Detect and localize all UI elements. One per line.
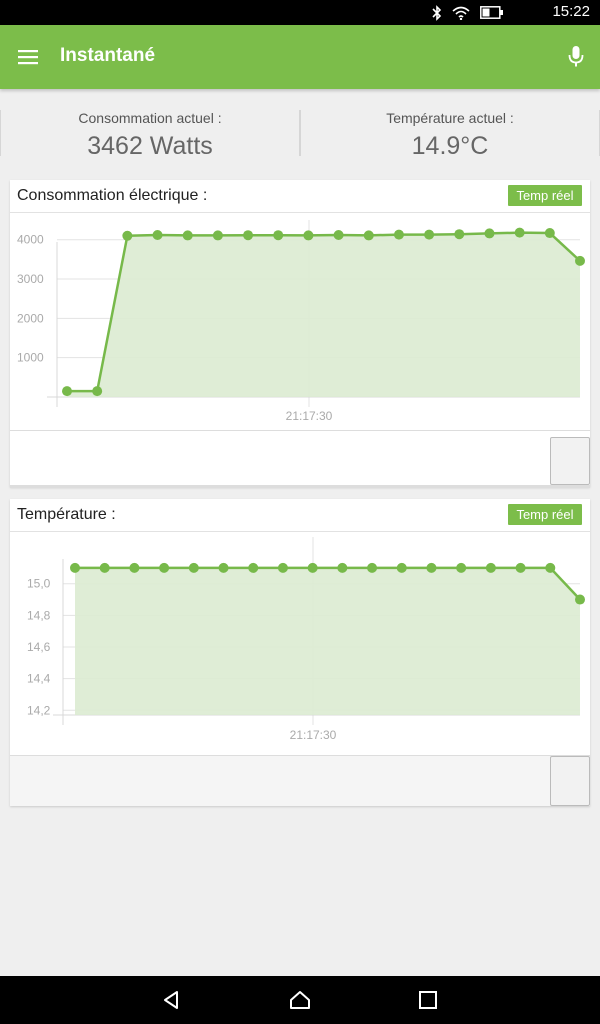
card-separator — [10, 531, 590, 532]
chart-navigator — [10, 755, 590, 806]
data-point — [99, 562, 110, 573]
y-tick-label: 2000 — [17, 311, 44, 325]
data-point — [367, 562, 378, 573]
data-point — [159, 562, 170, 573]
current-summary: Consommation actuel : 3462 Watts Tempéra… — [0, 96, 600, 164]
temperature-chart: 14,2 14,4 14,6 14,8 15,0 21:17:30 — [27, 537, 585, 742]
consumption-label: Consommation actuel : — [78, 110, 222, 126]
data-point — [575, 255, 585, 266]
bluetooth-icon — [432, 4, 442, 21]
card-title: Consommation électrique : — [17, 187, 208, 204]
x-tick-label: 21:17:30 — [290, 728, 337, 742]
data-point — [544, 228, 555, 239]
chart-navigator — [10, 430, 590, 488]
data-point — [307, 562, 318, 573]
data-point — [62, 386, 72, 397]
data-point — [122, 230, 133, 241]
app-bar: Instantané — [0, 25, 600, 89]
y-tick-label: 15,0 — [27, 577, 51, 591]
temperature-label: Température actuel : — [386, 110, 514, 126]
consumption-card: Consommation électrique : Temp réel 1000… — [10, 180, 590, 488]
status-bar: 15:22 — [0, 0, 600, 25]
system-nav-bar — [0, 976, 600, 1024]
data-point — [454, 229, 465, 240]
current-temperature: Température actuel : 14.9°C — [300, 96, 600, 164]
data-point — [393, 229, 404, 240]
data-point — [152, 230, 163, 241]
y-tick-label: 3000 — [17, 272, 44, 286]
card-separator — [10, 212, 590, 213]
data-point — [424, 229, 435, 240]
data-point — [484, 228, 495, 239]
x-tick-label: 21:17:30 — [286, 409, 333, 423]
navigator-handle[interactable] — [550, 756, 590, 806]
data-point — [575, 594, 585, 605]
data-point — [514, 227, 525, 238]
data-point — [92, 386, 103, 397]
y-tick-label: 4000 — [17, 233, 44, 247]
navigator-handle[interactable] — [550, 437, 590, 485]
series-area — [75, 567, 580, 715]
data-point — [303, 230, 314, 241]
data-point — [70, 562, 80, 573]
back-icon[interactable] — [160, 988, 184, 1012]
status-time: 15:22 — [552, 3, 590, 20]
page-title: Instantané — [60, 45, 156, 66]
temperature-value: 14.9°C — [411, 132, 489, 160]
data-point — [218, 562, 229, 573]
data-point — [396, 562, 407, 573]
data-point — [363, 230, 374, 241]
data-point — [333, 230, 344, 241]
navigator-scrollbar[interactable] — [10, 485, 590, 488]
recents-icon[interactable] — [416, 988, 440, 1012]
menu-icon — [18, 50, 38, 65]
consumption-value: 3462 Watts — [87, 132, 213, 160]
series-area — [67, 232, 580, 397]
data-point — [248, 562, 259, 573]
voice-search-button[interactable] — [564, 43, 588, 71]
data-point — [243, 230, 254, 241]
data-point — [188, 562, 199, 573]
data-point — [485, 562, 496, 573]
temperature-card: Température : Temp réel 14,2 14,4 14,6 14,8… — [10, 499, 590, 806]
data-point — [337, 562, 348, 573]
battery-icon — [480, 6, 503, 19]
data-point — [515, 562, 526, 573]
card-title: Température : — [17, 506, 116, 523]
y-tick-label: 1000 — [17, 351, 44, 365]
wifi-icon — [452, 6, 470, 20]
data-point — [545, 562, 556, 573]
consumption-chart: 1000 2000 3000 4000 21:17:30 — [17, 220, 585, 423]
y-tick-label: 14,4 — [27, 672, 51, 686]
data-point — [456, 562, 467, 573]
data-point — [277, 562, 288, 573]
data-point — [273, 230, 284, 241]
current-consumption: Consommation actuel : 3462 Watts — [0, 96, 300, 164]
data-point — [212, 230, 223, 241]
realtime-button[interactable]: Temp réel — [508, 185, 582, 206]
y-tick-label: 14,6 — [27, 640, 51, 654]
data-point — [129, 562, 140, 573]
data-point — [182, 230, 193, 241]
home-icon[interactable] — [288, 988, 312, 1012]
menu-button[interactable] — [10, 41, 46, 73]
y-tick-label: 14,2 — [27, 703, 51, 717]
realtime-button[interactable]: Temp réel — [508, 504, 582, 525]
y-tick-label: 14,8 — [27, 608, 51, 622]
data-point — [426, 562, 437, 573]
mic-icon — [568, 46, 584, 67]
